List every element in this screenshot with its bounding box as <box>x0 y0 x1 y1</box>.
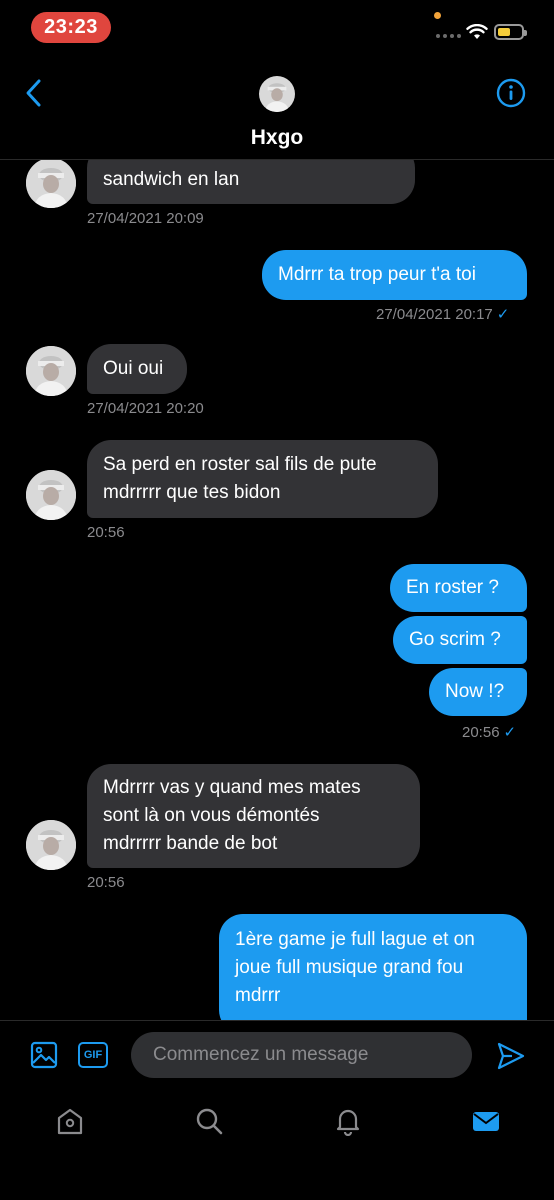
sent-check-icon: ✓ <box>503 724 517 741</box>
message-timestamp: 20:56 ✓ <box>462 724 517 741</box>
contact-avatar[interactable] <box>259 76 295 112</box>
message-input[interactable]: Commencez un message <box>131 1032 472 1078</box>
sender-avatar[interactable] <box>26 820 76 870</box>
cellular-signal-icon <box>436 34 461 38</box>
message-composer: GIF Commencez un message <box>0 1020 554 1098</box>
send-icon[interactable] <box>496 1041 526 1071</box>
message-timestamp: 27/04/2021 20:20 <box>87 400 204 417</box>
message-bubble-outgoing[interactable]: 1ère game je full lague et on joue full … <box>219 914 527 1020</box>
notifications-icon[interactable] <box>333 1106 363 1136</box>
sender-avatar[interactable] <box>26 160 76 208</box>
conversation-header: Hxgo <box>0 56 554 160</box>
image-icon[interactable] <box>30 1041 58 1069</box>
privacy-indicator-dot <box>434 12 441 19</box>
message-thread[interactable]: sandwich en lan 27/04/2021 20:09 Mdrrr t… <box>0 160 554 1020</box>
message-timestamp: 27/04/2021 20:09 <box>87 210 204 227</box>
back-chevron-icon[interactable] <box>22 78 46 108</box>
battery-icon <box>494 24 527 40</box>
message-bubble-incoming[interactable]: Oui oui <box>87 344 187 394</box>
messages-icon[interactable] <box>471 1106 501 1136</box>
sent-check-icon: ✓ <box>496 306 510 323</box>
message-bubble-incoming[interactable]: sandwich en lan <box>87 160 415 204</box>
sender-avatar[interactable] <box>26 470 76 520</box>
message-timestamp: 27/04/2021 20:17 ✓ <box>376 306 510 323</box>
message-bubble-outgoing[interactable]: Now !? <box>429 668 527 716</box>
search-icon[interactable] <box>194 1106 224 1136</box>
message-bubble-incoming[interactable]: Sa perd en roster sal fils de pute mdrrr… <box>87 440 438 518</box>
home-icon[interactable] <box>55 1106 85 1136</box>
status-time[interactable]: 23:23 <box>31 12 111 43</box>
gif-button[interactable]: GIF <box>78 1042 108 1068</box>
message-timestamp: 20:56 <box>87 874 125 891</box>
status-bar: 23:23 <box>0 0 554 56</box>
message-bubble-incoming[interactable]: Mdrrrr vas y quand mes mates sont là on … <box>87 764 420 868</box>
message-bubble-outgoing[interactable]: En roster ? <box>390 564 527 612</box>
sender-avatar[interactable] <box>26 346 76 396</box>
wifi-icon <box>466 24 488 39</box>
info-icon[interactable] <box>496 78 526 108</box>
contact-name: Hxgo <box>250 126 304 149</box>
tab-bar <box>0 1098 554 1200</box>
message-timestamp: 20:56 <box>87 524 125 541</box>
message-bubble-outgoing[interactable]: Go scrim ? <box>393 616 527 664</box>
message-bubble-outgoing[interactable]: Mdrrr ta trop peur t'a toi <box>262 250 527 300</box>
